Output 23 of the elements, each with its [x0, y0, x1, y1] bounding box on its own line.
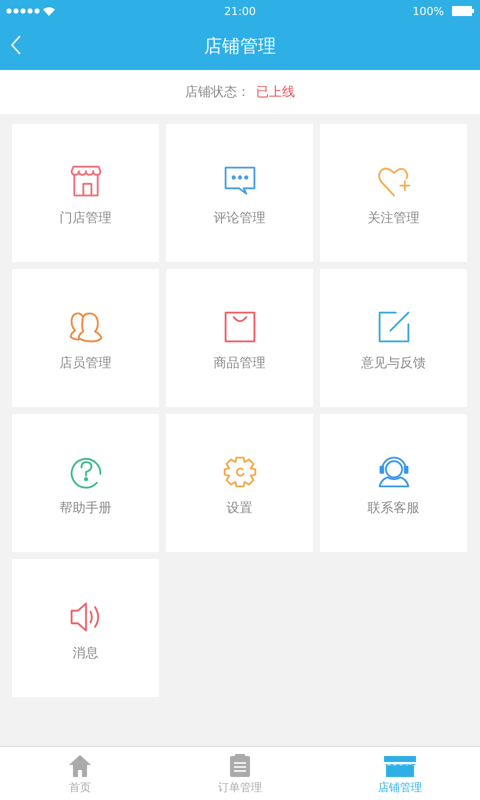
battery-icon [452, 6, 474, 16]
tab-item[interactable]: 店铺管理 [320, 747, 480, 800]
signal-icon [6, 8, 40, 14]
menu-tile[interactable]: 评论管理 [166, 124, 313, 262]
menu-tile[interactable]: 帮助手册 [12, 414, 159, 552]
page-title: 店铺管理 [204, 35, 276, 58]
wifi-icon [43, 6, 55, 16]
menu-tile[interactable]: 设置 [166, 414, 313, 552]
store-status-value: 已上线 [256, 84, 295, 101]
menu-tile[interactable]: 门店管理 [12, 124, 159, 262]
menu-tile[interactable]: 关注管理 [320, 124, 467, 262]
menu-tile[interactable]: 商品管理 [166, 269, 313, 407]
menu-tile[interactable]: 联系客服 [320, 414, 467, 552]
menu-tile[interactable]: 店员管理 [12, 269, 159, 407]
tab-item[interactable]: 订单管理 [160, 747, 320, 800]
tab-item[interactable]: 首页 [0, 747, 160, 800]
menu-tile[interactable]: 意见与反馈 [320, 269, 467, 407]
clock-time: 21:00 [224, 4, 256, 18]
orders-icon [227, 752, 253, 778]
store-status-label: 店铺状态： [185, 84, 250, 101]
home-icon [67, 752, 93, 778]
battery-percent: 100% [412, 4, 444, 18]
menu-tile[interactable]: 消息 [12, 559, 159, 697]
